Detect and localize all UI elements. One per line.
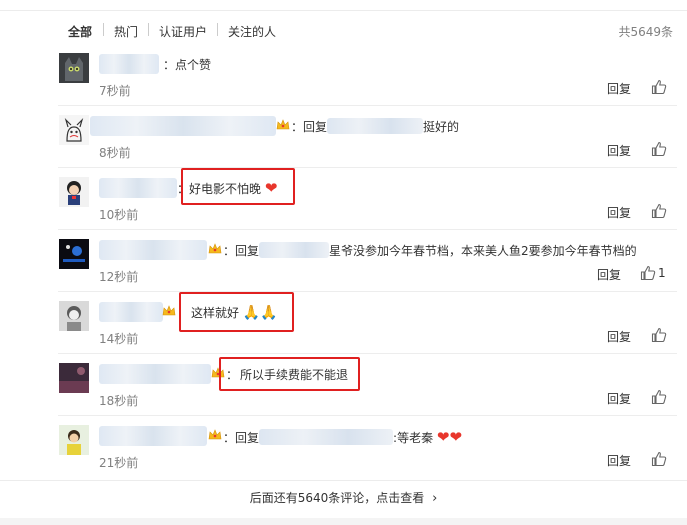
avatar[interactable]	[59, 363, 89, 393]
reply-button[interactable]: 回复	[607, 452, 631, 469]
comment-total: 共5649条	[618, 25, 673, 39]
comment-time: 21秒前	[99, 456, 139, 470]
avatar[interactable]	[59, 177, 89, 207]
thumbs-up-icon[interactable]	[651, 327, 667, 343]
thumbs-up-icon[interactable]	[651, 451, 667, 467]
reply-button[interactable]: 回复	[607, 390, 631, 407]
username-blurred[interactable]	[99, 178, 177, 198]
highlight-box	[181, 168, 295, 205]
thumbs-up-icon[interactable]	[651, 389, 667, 405]
heart-emoji-icon: ❤	[436, 428, 450, 446]
comment-row: ：点个赞 7秒前 回复	[0, 44, 687, 106]
comment-time: 18秒前	[99, 394, 139, 408]
comment-row: ： 所以手续费能不能退 18秒前 回复	[0, 354, 687, 416]
comment-time: 8秒前	[99, 146, 131, 160]
tab-hot[interactable]: 热门	[114, 23, 138, 40]
crown-icon	[208, 429, 222, 440]
comment-time: 14秒前	[99, 332, 139, 346]
avatar[interactable]	[59, 115, 89, 145]
top-divider	[0, 10, 687, 11]
comment-row: ：回复 星爷没参加今年春节档，本来美人鱼2要参加今年春节档的 12秒前 回复 1	[0, 230, 687, 292]
filter-bar: 全部 热门 认证用户 关注的人 共5649条	[0, 13, 687, 47]
thumbs-up-icon[interactable]	[640, 265, 656, 281]
tab-all[interactable]: 全部	[68, 23, 92, 40]
crown-icon	[208, 243, 222, 254]
comment-text: ：点个赞	[163, 58, 212, 72]
crown-icon	[276, 119, 290, 130]
avatar[interactable]	[59, 425, 89, 455]
chevron-right-icon: ›	[432, 491, 438, 506]
reply-target-blurred	[259, 429, 394, 445]
username-blurred[interactable]	[99, 240, 207, 260]
reply-button[interactable]: 回复	[607, 80, 631, 97]
reply-target-blurred	[327, 118, 424, 134]
avatar[interactable]	[59, 239, 89, 269]
avatar[interactable]	[59, 301, 89, 331]
comment-time: 12秒前	[99, 270, 139, 284]
avatar[interactable]	[59, 53, 89, 83]
highlight-box	[219, 357, 360, 391]
thumbs-up-icon[interactable]	[651, 79, 667, 95]
thumbs-up-icon[interactable]	[651, 203, 667, 219]
comment-text: ：回复 挺好的	[291, 118, 460, 134]
like-count: 1	[658, 266, 666, 280]
comment-time: 10秒前	[99, 208, 139, 222]
comment-text: ：回复 星爷没参加今年春节档，本来美人鱼2要参加今年春节档的	[223, 242, 637, 258]
comment-row: ：回复:等老秦 ❤❤ 21秒前 回复	[0, 416, 687, 478]
thumbs-up-icon[interactable]	[651, 141, 667, 157]
reply-target-blurred	[259, 242, 330, 258]
comment-row: ： 这样就好 🙏🙏 14秒前 回复	[0, 292, 687, 354]
comment-row: ：回复 挺好的 8秒前 回复	[0, 106, 687, 168]
comment-time: 7秒前	[99, 84, 131, 98]
username-blurred[interactable]	[99, 426, 207, 446]
load-more-link[interactable]: 后面还有5640条评论，点击查看 ›	[0, 489, 687, 506]
username-blurred[interactable]	[99, 54, 159, 74]
username-blurred[interactable]	[99, 364, 211, 384]
reply-button[interactable]: 回复	[597, 266, 621, 283]
tab-following[interactable]: 关注的人	[228, 23, 276, 40]
crown-icon	[162, 305, 176, 316]
reply-button[interactable]: 回复	[607, 328, 631, 345]
reply-button[interactable]: 回复	[607, 142, 631, 159]
highlight-box	[179, 292, 294, 332]
username-blurred[interactable]	[99, 302, 163, 322]
tab-separator	[103, 23, 104, 36]
tab-verified[interactable]: 认证用户	[159, 23, 207, 40]
comment-text: ：回复:等老秦 ❤❤	[223, 428, 463, 446]
comment-row: ： 好电影不怕晚 ❤ 10秒前 回复	[0, 168, 687, 230]
bottom-edge	[0, 518, 687, 525]
username-blurred[interactable]	[90, 116, 276, 136]
reply-button[interactable]: 回复	[607, 204, 631, 221]
load-more-bar: 后面还有5640条评论，点击查看 ›	[0, 480, 687, 511]
heart-emoji-icon: ❤	[449, 428, 463, 446]
tab-separator	[148, 23, 149, 36]
tab-separator	[217, 23, 218, 36]
